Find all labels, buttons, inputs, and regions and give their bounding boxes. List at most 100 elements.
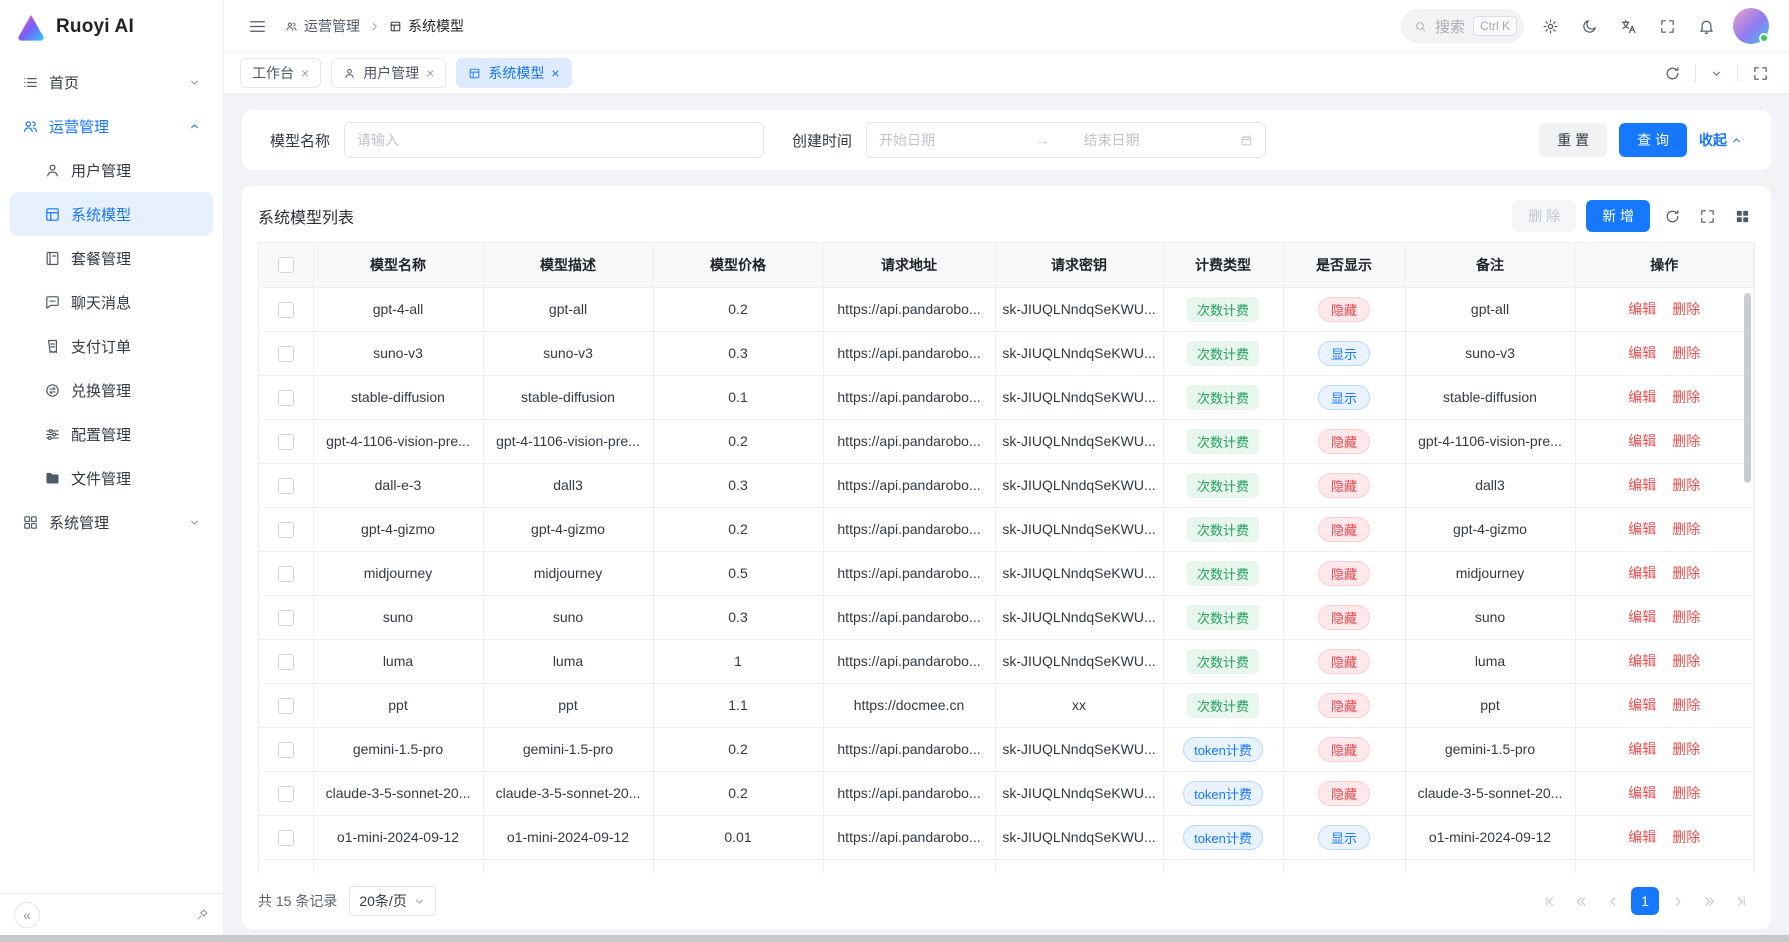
row-checkbox[interactable] [278,566,294,582]
edit-link[interactable]: 编辑 [1628,741,1656,757]
tab-dropdown-button[interactable] [1706,63,1727,84]
date-range-picker[interactable]: 开始日期 → 结束日期 [866,122,1266,158]
delete-link[interactable]: 删除 [1672,565,1700,581]
row-checkbox[interactable] [278,830,294,846]
query-button[interactable]: 查 询 [1619,123,1687,157]
row-checkbox[interactable] [278,478,294,494]
sidebar-item-chat-messages[interactable]: 聊天消息 [10,280,213,324]
edit-link[interactable]: 编辑 [1628,565,1656,581]
global-search[interactable]: 搜索 Ctrl K [1401,9,1524,43]
sidebar-item-exchange-mgmt[interactable]: 兑换管理 [10,368,213,412]
select-all-checkbox[interactable] [278,257,294,273]
sidebar-item-system-mgmt[interactable]: 系统管理 [10,500,213,544]
sidebar-item-home[interactable]: 首页 [10,60,213,104]
table-refresh-button[interactable] [1660,204,1685,229]
last-page-button[interactable] [1727,887,1755,915]
edit-link[interactable]: 编辑 [1628,653,1656,669]
first-page-button[interactable] [1535,887,1563,915]
sidebar-item-label: 系统模型 [71,204,131,225]
sidebar-item-system-model[interactable]: 系统模型 [10,192,213,236]
row-checkbox[interactable] [278,610,294,626]
column-settings-button[interactable] [1730,204,1755,229]
prev-page-button[interactable] [1599,887,1627,915]
fullscreen-icon[interactable] [1655,14,1680,39]
edit-link[interactable]: 编辑 [1628,609,1656,625]
modules-icon [22,514,39,531]
sidebar-item-operations[interactable]: 运营管理 [10,104,213,148]
translate-icon[interactable] [1616,14,1641,39]
tab-close-icon[interactable]: × [551,66,559,80]
content-fullscreen-button[interactable] [1748,61,1773,86]
model-name-input[interactable] [344,122,764,158]
tab-system-model[interactable]: 系统模型 × [456,58,571,88]
edit-link[interactable]: 编辑 [1628,477,1656,493]
user-icon [343,67,356,80]
delete-link[interactable]: 删除 [1672,741,1700,757]
table-fullscreen-button[interactable] [1695,204,1720,229]
sidebar-item-label: 文件管理 [71,468,131,489]
settings-gear-icon[interactable] [1538,14,1563,39]
range-arrow: → [1036,132,1050,148]
jump-forward-button[interactable] [1695,887,1723,915]
delete-link[interactable]: 删除 [1672,301,1700,317]
edit-link[interactable]: 编辑 [1628,785,1656,801]
sidebar-item-package-mgmt[interactable]: 套餐管理 [10,236,213,280]
row-checkbox[interactable] [278,302,294,318]
delete-link[interactable]: 删除 [1672,433,1700,449]
row-checkbox[interactable] [278,742,294,758]
notification-bell-icon[interactable] [1694,14,1719,39]
row-checkbox[interactable] [278,434,294,450]
delete-link[interactable]: 删除 [1672,477,1700,493]
edit-link[interactable]: 编辑 [1628,697,1656,713]
page-size-select[interactable]: 20条/页 [349,886,435,916]
dark-mode-moon-icon[interactable] [1577,14,1602,39]
delete-button[interactable]: 删 除 [1512,200,1576,232]
add-button[interactable]: 新 增 [1586,200,1650,232]
cell-request-key: sk-JIUQLNndqSeKWU... [995,419,1163,463]
sidebar-item-payment-orders[interactable]: 支付订单 [10,324,213,368]
row-checkbox[interactable] [278,346,294,362]
row-checkbox[interactable] [278,786,294,802]
sidebar-item-config-mgmt[interactable]: 配置管理 [10,412,213,456]
sidebar-collapse-button[interactable]: « [14,902,40,928]
jump-back-button[interactable] [1567,887,1595,915]
delete-link[interactable]: 删除 [1672,521,1700,537]
next-page-button[interactable] [1663,887,1691,915]
delete-link[interactable]: 删除 [1672,829,1700,845]
delete-link[interactable]: 删除 [1672,653,1700,669]
delete-link[interactable]: 删除 [1672,785,1700,801]
reset-button[interactable]: 重 置 [1539,123,1607,157]
page-1-button[interactable]: 1 [1631,887,1659,915]
tab-user-mgmt[interactable]: 用户管理 × [331,58,446,88]
collapse-filter-button[interactable]: 收起 [1699,130,1743,150]
tab-refresh-button[interactable] [1660,61,1685,86]
delete-link[interactable]: 删除 [1672,345,1700,361]
tab-close-icon[interactable]: × [426,66,434,80]
sidebar-item-file-mgmt[interactable]: 文件管理 [10,456,213,500]
user-avatar[interactable] [1733,8,1769,44]
edit-link[interactable]: 编辑 [1628,521,1656,537]
edit-link[interactable]: 编辑 [1628,433,1656,449]
edit-link[interactable]: 编辑 [1628,389,1656,405]
edit-link[interactable]: 编辑 [1628,345,1656,361]
edit-link[interactable]: 编辑 [1628,301,1656,317]
delete-link[interactable]: 删除 [1672,697,1700,713]
row-checkbox[interactable] [278,698,294,714]
sidebar-item-user-mgmt[interactable]: 用户管理 [10,148,213,192]
table-scrollbar[interactable] [1744,293,1751,483]
row-checkbox[interactable] [278,390,294,406]
breadcrumb-system-model[interactable]: 系统模型 [389,16,464,36]
tab-close-icon[interactable]: × [301,66,309,80]
sidebar-toggle-button[interactable] [244,13,271,40]
billing-type-badge: token计费 [1183,825,1263,850]
delete-link[interactable]: 删除 [1672,609,1700,625]
start-date-field[interactable]: 开始日期 [879,130,1028,150]
row-checkbox[interactable] [278,654,294,670]
edit-link[interactable]: 编辑 [1628,829,1656,845]
tab-workbench[interactable]: 工作台 × [240,58,321,88]
row-checkbox[interactable] [278,522,294,538]
end-date-field[interactable]: 结束日期 [1058,130,1233,150]
breadcrumb-operations[interactable]: 运营管理 [285,16,360,36]
pin-icon[interactable] [196,908,209,921]
delete-link[interactable]: 删除 [1672,389,1700,405]
